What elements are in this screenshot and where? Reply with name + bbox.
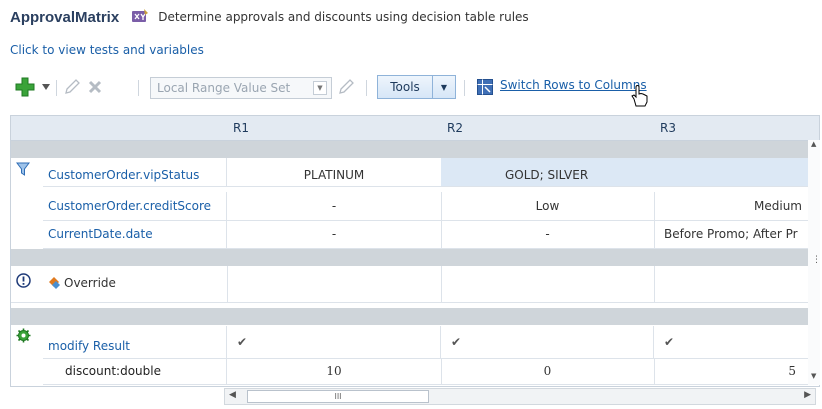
edit-value-set-icon[interactable] <box>336 77 356 97</box>
corner-header <box>11 116 228 141</box>
action-param-row: discount:double 10 0 5 <box>43 358 819 385</box>
gear-icon <box>16 328 31 346</box>
condition-label[interactable]: CustomerOrder.vipStatus <box>43 158 227 186</box>
tools-dropdown-icon[interactable]: ▼ <box>432 75 456 99</box>
action-band <box>11 308 819 325</box>
hand-cursor-icon <box>630 84 650 108</box>
action-param-label: discount:double <box>43 358 227 384</box>
condition-cell[interactable]: - <box>227 220 442 248</box>
condition-row: CurrentDate.date - - Before Promo; After… <box>43 220 819 249</box>
action-param-cell[interactable]: 0 <box>441 358 655 384</box>
condition-row: CustomerOrder.vipStatus PLATINUM GOLD; S… <box>43 158 819 187</box>
override-icon <box>47 276 61 293</box>
action-param-cell[interactable]: 10 <box>227 358 442 384</box>
scroll-right-icon[interactable]: ▶ <box>804 390 811 400</box>
scroll-thumb[interactable]: III <box>247 390 429 403</box>
action-check-cell[interactable]: ✔ <box>441 326 654 358</box>
switch-rows-icon[interactable] <box>476 78 494 96</box>
info-icon <box>16 273 31 291</box>
column-header-label: R3 <box>660 121 676 135</box>
condition-cell[interactable]: Low <box>441 192 655 220</box>
override-band <box>11 249 819 266</box>
page-title: ApprovalMatrix <box>10 8 120 26</box>
range-value-set-value: Local Range Value Set <box>157 81 291 95</box>
condition-cell[interactable]: Before Promo; After Pr <box>654 220 819 248</box>
condition-cell[interactable]: - <box>441 220 655 248</box>
filter-icon-cell <box>11 158 43 244</box>
add-icon[interactable] <box>14 76 36 98</box>
delete-icon[interactable] <box>85 77 105 97</box>
decision-table: R1 R2 R3 CustomerOrder.vipStatus PLATINU… <box>10 115 820 387</box>
tools-button[interactable]: Tools <box>377 75 433 99</box>
condition-band <box>11 141 819 158</box>
column-header-label: R1 <box>233 121 249 135</box>
condition-label[interactable]: CurrentDate.date <box>43 220 227 248</box>
xy-function-icon <box>131 9 149 25</box>
scroll-down-icon[interactable]: ▼ <box>811 372 816 380</box>
condition-cell-merged[interactable]: GOLD; SILVER <box>441 158 819 186</box>
edit-icon[interactable] <box>62 77 82 97</box>
column-header-r2[interactable]: R2 <box>441 116 655 141</box>
scroll-up-icon[interactable]: ▲ <box>811 140 816 148</box>
condition-cell[interactable]: Medium <box>654 192 819 220</box>
toolbar: Local Range Value Set ▼ Tools ▼ Switch R… <box>14 74 664 107</box>
vertical-scrollbar[interactable]: ▲ ⋮ ▼ <box>808 140 821 385</box>
action-row: modify Result ✔ ✔ ✔ <box>43 326 819 359</box>
chevron-down-icon: ▼ <box>313 81 327 95</box>
column-header-r1[interactable]: R1 <box>227 116 442 141</box>
column-header-r3[interactable]: R3 <box>654 116 819 141</box>
scroll-left-icon[interactable]: ◀ <box>229 390 236 400</box>
page-description: Determine approvals and discounts using … <box>158 10 529 24</box>
view-tests-link[interactable]: Click to view tests and variables <box>10 43 204 57</box>
add-dropdown-icon[interactable] <box>41 82 51 92</box>
filter-icon <box>16 162 30 179</box>
override-label[interactable]: Override <box>64 276 116 290</box>
title-row: ApprovalMatrix Determine approvals and d… <box>10 6 529 28</box>
horizontal-scrollbar[interactable]: ◀ III ▶ <box>224 388 816 405</box>
action-check-cell[interactable]: ✔ <box>227 326 441 358</box>
condition-cell[interactable]: - <box>227 192 442 220</box>
override-row: Override <box>11 266 819 303</box>
condition-cell[interactable]: PLATINUM <box>227 158 442 186</box>
column-header-label: R2 <box>447 121 463 135</box>
scroll-grip-icon[interactable]: ⋮ <box>812 255 821 265</box>
condition-label[interactable]: CustomerOrder.creditScore <box>43 192 227 220</box>
switch-rows-to-columns-link[interactable]: Switch Rows to Columns <box>500 78 647 92</box>
action-param-cell[interactable]: 5 <box>654 358 819 384</box>
action-label[interactable]: modify Result <box>43 326 227 358</box>
action-check-cell[interactable]: ✔ <box>654 326 819 358</box>
range-value-set-select[interactable]: Local Range Value Set ▼ <box>150 77 332 99</box>
condition-row: CustomerOrder.creditScore - Low Medium <box>43 192 819 221</box>
